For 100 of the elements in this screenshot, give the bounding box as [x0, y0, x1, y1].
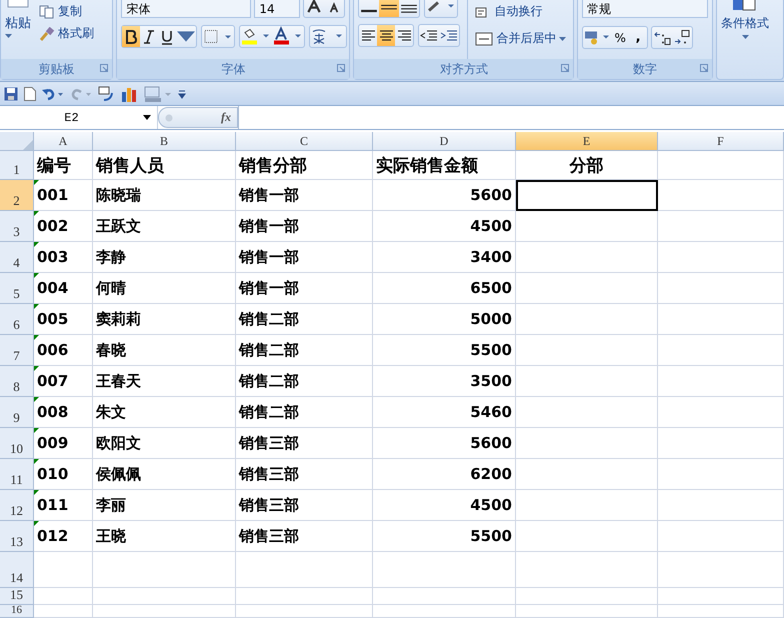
table-cell: 009	[34, 428, 93, 459]
table-cell: 李静	[93, 242, 236, 273]
group-label: 数字	[633, 60, 658, 78]
wrap-text-button[interactable]: 自动换行	[475, 3, 566, 20]
table-cell: 销售三部	[236, 428, 373, 459]
caret-icon	[143, 115, 151, 120]
save-icon[interactable]	[4, 86, 18, 100]
column-header[interactable]: D	[373, 132, 516, 151]
table-cell: 销售二部	[236, 335, 373, 366]
row-header[interactable]: 6	[0, 304, 34, 335]
copy-button[interactable]: 复制	[39, 3, 94, 20]
row-header[interactable]: 1	[0, 151, 34, 180]
table-cell: 陈晓瑞	[93, 180, 236, 211]
table-cell: 王跃文	[93, 211, 236, 242]
group-label: 字体	[221, 60, 246, 78]
format-painter-button[interactable]: 格式刷	[39, 25, 94, 42]
align-left-icon	[360, 29, 376, 42]
table-cell: 5460	[373, 397, 516, 428]
column-header[interactable]: B	[93, 132, 236, 151]
table-cell: 008	[34, 397, 93, 428]
column-header[interactable]: C	[236, 132, 373, 151]
table-cell: 004	[34, 273, 93, 304]
insert-function-button[interactable]: fx	[221, 110, 231, 125]
caret-icon	[559, 36, 566, 40]
table-cell: 朱文	[93, 397, 236, 428]
row-header[interactable]: 12	[0, 490, 34, 521]
number-format-dropdown[interactable]: 常规	[582, 0, 708, 18]
align-center-button[interactable]	[377, 25, 396, 46]
table-cell: 王春天	[93, 366, 236, 397]
bar-chart-icon[interactable]	[122, 86, 138, 102]
column-header[interactable]: F	[658, 132, 784, 151]
row-header[interactable]: 2	[0, 180, 34, 211]
table-cell: 春晓	[93, 335, 236, 366]
table-cell: 6200	[373, 459, 516, 490]
group-label: 对齐方式	[440, 60, 488, 78]
table-cell: 3400	[373, 242, 516, 273]
row-header[interactable]: 15	[0, 588, 34, 605]
copy-icon	[39, 4, 55, 18]
table-cell: 6500	[373, 273, 516, 304]
row-header[interactable]: 13	[0, 521, 34, 552]
table-cell: 何晴	[93, 273, 236, 304]
table-cell: 5600	[373, 428, 516, 459]
table-cell: 010	[34, 459, 93, 490]
table-cell: 005	[34, 304, 93, 335]
row-header[interactable]: 5	[0, 273, 34, 304]
comma-button[interactable]: ,	[629, 27, 648, 48]
row-header[interactable]: 7	[0, 335, 34, 366]
table-cell: 5000	[373, 304, 516, 335]
table-cell: 销售一部	[236, 242, 373, 273]
table-cell: 王晓	[93, 521, 236, 552]
table-cell: 销售三部	[236, 490, 373, 521]
merge-icon	[475, 32, 494, 46]
table-cell: 销售二部	[236, 304, 373, 335]
table-cell: 006	[34, 335, 93, 366]
column-heading: 销售分部	[236, 151, 373, 180]
bold-icon	[123, 28, 140, 44]
row-header[interactable]: 14	[0, 552, 34, 588]
font-name-dropdown[interactable]: 宋体	[121, 0, 252, 18]
caret-icon	[742, 35, 749, 39]
bold-button[interactable]	[122, 26, 140, 47]
customize-menu-icon[interactable]	[178, 88, 186, 98]
table-cell: 销售三部	[236, 521, 373, 552]
column-heading: 编号	[34, 151, 93, 180]
table-cell: 5500	[373, 521, 516, 552]
table-cell: 002	[34, 211, 93, 242]
align-right-icon	[396, 29, 412, 42]
table-cell: 销售一部	[236, 273, 373, 304]
row-header[interactable]: 9	[0, 397, 34, 428]
table-cell: 销售一部	[236, 180, 373, 211]
table-cell: 销售三部	[236, 459, 373, 490]
row-header[interactable]: 3	[0, 211, 34, 242]
table-cell: 5600	[373, 180, 516, 211]
font-size-dropdown[interactable]: 14	[254, 0, 300, 18]
brush-icon	[39, 26, 55, 40]
paste-button[interactable]: 粘贴	[5, 0, 31, 32]
table-cell: 5500	[373, 335, 516, 366]
table-cell: 3500	[373, 366, 516, 397]
group-label: 剪贴板	[38, 60, 75, 78]
column-heading: 分部	[516, 151, 658, 180]
percent-button[interactable]: %	[611, 27, 630, 48]
table-cell: 欧阳文	[93, 428, 236, 459]
table-cell: 销售二部	[236, 397, 373, 428]
table-cell: 012	[34, 521, 93, 552]
column-header[interactable]: A	[34, 132, 93, 151]
active-cell[interactable]	[516, 180, 658, 211]
column-heading: 实际销售金额	[373, 151, 516, 180]
new-document-icon[interactable]	[24, 86, 36, 100]
row-header[interactable]: 10	[0, 428, 34, 459]
table-cell: 4500	[373, 211, 516, 242]
circle-icon	[165, 114, 173, 122]
column-header[interactable]: E	[516, 132, 658, 151]
row-header[interactable]: 4	[0, 242, 34, 273]
row-header[interactable]: 16	[0, 605, 34, 618]
table-cell: 011	[34, 490, 93, 521]
undo-icon[interactable]	[42, 86, 64, 100]
align-center-icon	[378, 29, 394, 42]
align-middle-icon[interactable]	[379, 0, 400, 17]
row-header[interactable]: 8	[0, 366, 34, 397]
row-header[interactable]: 11	[0, 459, 34, 490]
merge-center-button[interactable]: 合并后居中	[475, 30, 566, 47]
